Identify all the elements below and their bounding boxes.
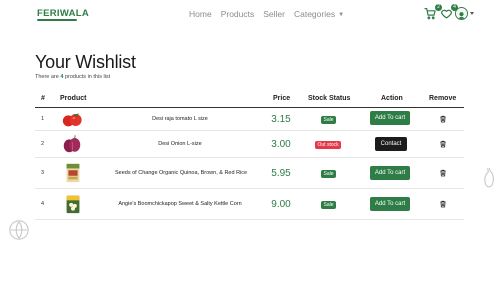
nav-link-home[interactable]: Home [189, 9, 212, 19]
row-index: 3 [41, 170, 45, 176]
row-index: 2 [41, 141, 45, 147]
wishlist-button[interactable]: 4 [440, 4, 458, 21]
trash-icon[interactable] [439, 169, 447, 177]
col-header-action: Action [381, 95, 403, 102]
product-price: 3.00 [271, 139, 291, 150]
categories-label: Categories [293, 9, 336, 19]
nav-link-products[interactable]: Products [221, 9, 255, 19]
chili-outline-decoration-icon [484, 167, 494, 188]
wishlist-table: # Product Price Stock Status Action Remo… [35, 89, 464, 220]
col-header-price: Price [273, 95, 291, 102]
product-name[interactable]: Desi raja tomato L size [115, 116, 245, 122]
user-menu-chevron-icon[interactable] [470, 12, 474, 15]
product-name[interactable]: Desi Onion L-size [115, 141, 245, 147]
add-to-cart-button[interactable]: Add To cart [370, 166, 410, 180]
stock-status-badge: Sale [321, 200, 337, 209]
col-header-product: Product [60, 95, 87, 102]
chevron-down-icon: ▼ [338, 12, 345, 18]
stock-status-badge: Sale [321, 169, 337, 178]
col-header-stock-status: Stock Status [308, 95, 351, 102]
trash-icon[interactable] [439, 115, 447, 123]
product-price: 5.95 [271, 168, 291, 179]
product-price: 9.00 [271, 199, 291, 210]
contact-button[interactable]: Contact [375, 137, 407, 151]
page-title: Your Wishlist [35, 52, 136, 72]
wishlist-summary: There are 4 products in this list [35, 74, 110, 80]
add-to-cart-button[interactable]: Add To cart [370, 197, 410, 211]
nav-categories-dropdown[interactable]: Categories ▼ [294, 9, 344, 19]
quinoa-thumbnail[interactable] [62, 162, 84, 184]
leaf-outline-decoration-icon [9, 220, 29, 240]
product-price: 3.15 [271, 114, 291, 125]
stock-status-badge: Sale [321, 115, 337, 124]
row-index: 4 [41, 201, 45, 207]
tomato-thumbnail[interactable] [61, 109, 83, 131]
nav-links: Home Products Seller Categories ▼ [189, 9, 344, 19]
trash-icon[interactable] [439, 200, 447, 208]
add-to-cart-button[interactable]: Add To cart [370, 111, 410, 125]
col-header-remove: Remove [429, 95, 457, 102]
trash-icon[interactable] [439, 140, 447, 148]
summary-prefix: There are [35, 74, 61, 80]
product-name[interactable]: Angie's Boomchickapop Sweet & Salty Kett… [115, 201, 245, 207]
nav-link-seller[interactable]: Seller [263, 9, 285, 19]
user-avatar-icon [456, 10, 467, 19]
table-row: 3 Seeds of Change Organic Quinoa, Brown,… [35, 158, 464, 189]
row-index: 1 [41, 116, 45, 122]
popcorn-thumbnail[interactable] [62, 193, 84, 215]
product-name[interactable]: Seeds of Change Organic Quinoa, Brown, &… [115, 170, 247, 176]
col-header-index: # [41, 95, 45, 102]
navbar: FERIWALA Home Products Seller Categories… [0, 0, 500, 28]
brand-logo[interactable]: FERIWALA [37, 8, 89, 19]
table-row: 4 Angie's Boomchickapop Sweet & Salty Ke… [35, 189, 464, 220]
table-header: # Product Price Stock Status Action Remo… [35, 89, 464, 108]
summary-suffix: products in this list [63, 74, 111, 80]
user-avatar-button[interactable] [455, 7, 468, 20]
table-row: 1 Desi raja tomato L size 3.15 Sale Add … [35, 108, 464, 131]
stock-status-badge: Out stock [315, 140, 342, 149]
cart-button[interactable]: 2 [424, 4, 442, 21]
logo-underline [37, 19, 77, 21]
onion-thumbnail[interactable] [61, 133, 83, 155]
table-row: 2 Desi Onion L-size 3.00 Out stock Conta… [35, 131, 464, 158]
